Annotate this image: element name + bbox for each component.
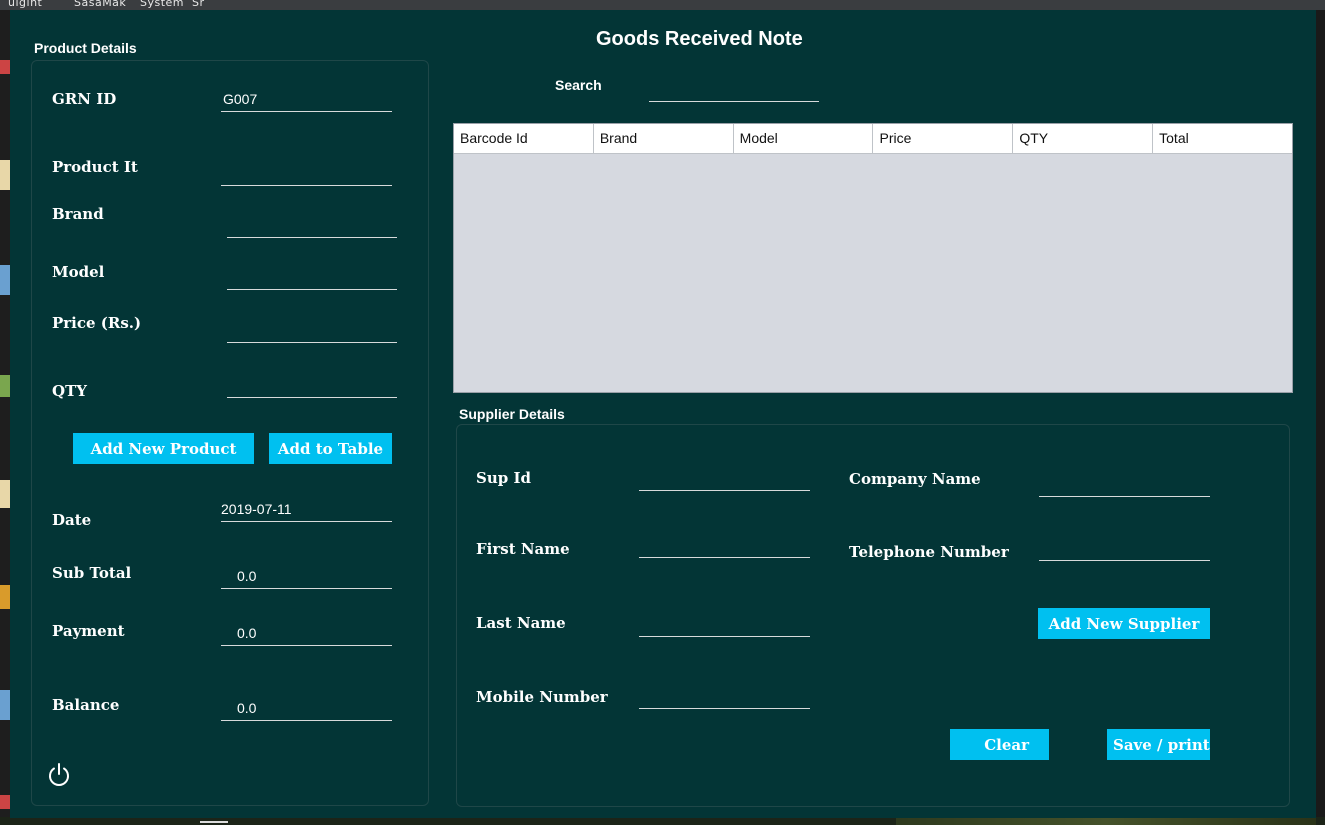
search-input[interactable]: [649, 80, 819, 102]
supplier-details-heading: Supplier Details: [459, 406, 565, 422]
mobile-number-field[interactable]: [639, 687, 810, 709]
column-header-brand[interactable]: Brand: [594, 124, 734, 153]
grn-id-label: GRN ID: [52, 90, 117, 108]
sup-id-field[interactable]: [639, 469, 810, 491]
column-header-price[interactable]: Price: [873, 124, 1014, 153]
first-name-label: First Name: [476, 540, 570, 558]
product-item-field[interactable]: [221, 164, 392, 186]
product-item-label: Product It: [52, 158, 138, 176]
brand-field[interactable]: [227, 216, 397, 238]
date-field[interactable]: 2019-07-11: [221, 500, 392, 522]
sub-total-label: Sub Total: [52, 564, 132, 582]
last-name-field[interactable]: [639, 615, 810, 637]
model-label: Model: [52, 263, 105, 281]
qty-label: QTY: [52, 382, 87, 400]
table-header: Barcode Id Brand Model Price QTY Total: [454, 124, 1292, 154]
column-header-barcode-id[interactable]: Barcode Id: [454, 124, 594, 153]
balance-label: Balance: [52, 696, 120, 714]
company-name-label: Company Name: [849, 470, 981, 488]
desktop-menu-fragment: uigint: [8, 0, 43, 9]
desktop-bottom: [0, 817, 1325, 825]
desktop-menu-fragment: Sr: [192, 0, 205, 9]
price-label: Price (Rs.): [52, 314, 142, 332]
power-icon[interactable]: [46, 762, 72, 788]
desktop-menubar: uigint SasaMak System Sr: [0, 0, 1325, 10]
sup-id-label: Sup Id: [476, 469, 531, 487]
balance-field[interactable]: 0.0: [221, 699, 392, 721]
telephone-number-field[interactable]: [1039, 539, 1210, 561]
payment-label: Payment: [52, 622, 125, 640]
grn-id-field[interactable]: G007: [221, 90, 392, 112]
column-header-model[interactable]: Model: [734, 124, 874, 153]
save-print-button[interactable]: Save / print: [1107, 729, 1210, 760]
column-header-total[interactable]: Total: [1153, 124, 1292, 153]
model-field[interactable]: [227, 268, 397, 290]
company-name-field[interactable]: [1039, 475, 1210, 497]
mobile-number-label: Mobile Number: [476, 688, 608, 706]
goods-received-note-window: Goods Received Note Product Details GRN …: [10, 10, 1316, 818]
product-details-heading: Product Details: [34, 40, 137, 56]
sub-total-field[interactable]: 0.0: [221, 567, 392, 589]
brand-label: Brand: [52, 205, 104, 223]
wallpaper-strip: [896, 817, 1316, 825]
last-name-label: Last Name: [476, 614, 566, 632]
date-label: Date: [52, 511, 92, 529]
desktop-edge: [1316, 10, 1325, 825]
page-title: Goods Received Note: [596, 28, 803, 50]
qty-field[interactable]: [227, 376, 397, 398]
first-name-field[interactable]: [639, 536, 810, 558]
add-to-table-button[interactable]: Add to Table: [269, 433, 392, 464]
add-new-product-button[interactable]: Add New Product: [73, 433, 254, 464]
telephone-number-label: Telephone Number: [849, 543, 1009, 561]
add-new-supplier-button[interactable]: Add New Supplier: [1038, 608, 1210, 639]
clear-button[interactable]: Clear: [950, 729, 1049, 760]
desktop-menu-fragment: System: [140, 0, 185, 9]
taskbar-marker: [200, 821, 228, 823]
payment-field[interactable]: 0.0: [221, 624, 392, 646]
column-header-qty[interactable]: QTY: [1013, 124, 1154, 153]
desktop-icon-strip: [0, 10, 10, 825]
products-table[interactable]: Barcode Id Brand Model Price QTY Total: [453, 123, 1293, 393]
desktop-menu-fragment: SasaMak: [74, 0, 127, 9]
price-field[interactable]: [227, 321, 397, 343]
search-label: Search: [555, 77, 602, 93]
